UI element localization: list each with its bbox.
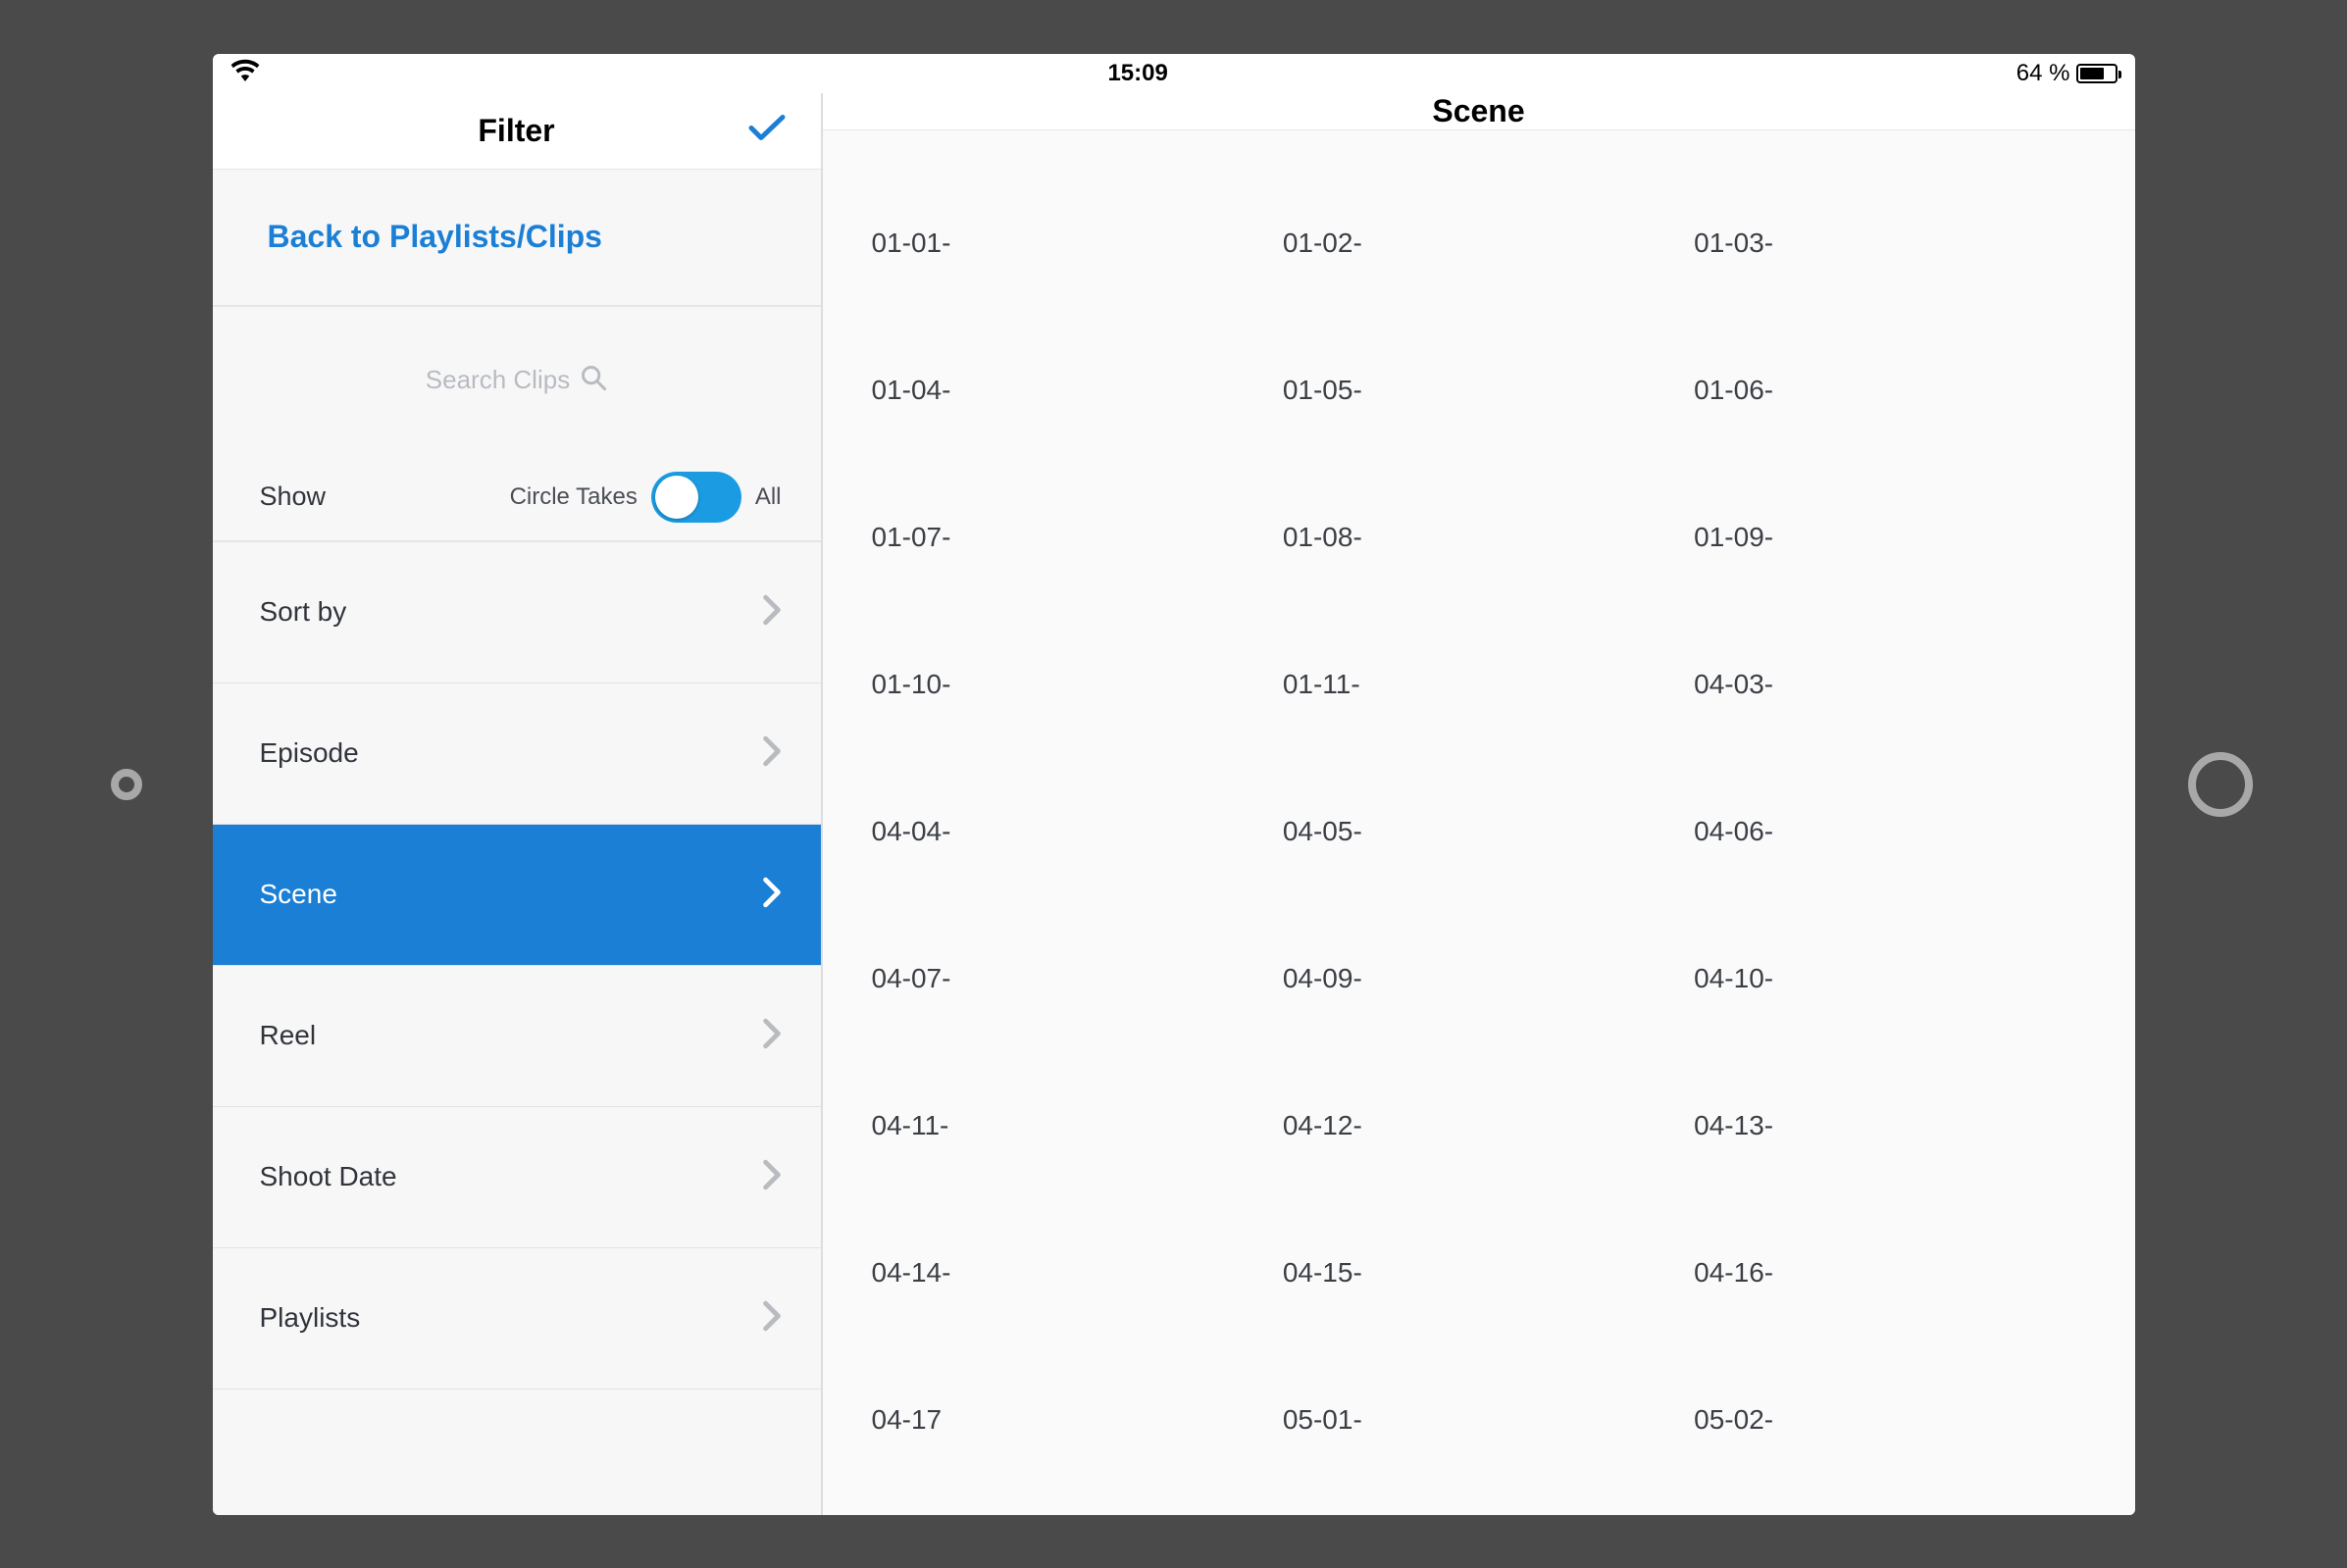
scene-item[interactable]: 04-15- bbox=[1273, 1257, 1684, 1289]
search-clips-input[interactable]: Search Clips bbox=[213, 307, 821, 454]
scene-item[interactable]: 04-14- bbox=[862, 1257, 1273, 1289]
filter-item-scene[interactable]: Scene bbox=[213, 825, 821, 966]
filter-label: Scene bbox=[260, 879, 337, 910]
filter-label: Shoot Date bbox=[260, 1161, 397, 1192]
filter-item-episode[interactable]: Episode bbox=[213, 683, 821, 825]
show-filter-row: Show Circle Takes All bbox=[213, 454, 821, 542]
filter-item-sort-by[interactable]: Sort by bbox=[213, 542, 821, 683]
filter-label: Episode bbox=[260, 737, 359, 769]
sidebar: Filter Back to Playlists/Clips Search Cl… bbox=[213, 93, 823, 1515]
scene-item[interactable]: 04-03- bbox=[1684, 669, 2095, 700]
scene-item[interactable]: 04-11- bbox=[862, 1110, 1273, 1141]
scene-item[interactable]: 01-06- bbox=[1684, 375, 2095, 406]
camera-icon bbox=[111, 769, 142, 800]
scene-item[interactable]: 04-04- bbox=[862, 816, 1273, 847]
back-link-label: Back to Playlists/Clips bbox=[268, 219, 602, 255]
chevron-right-icon bbox=[762, 877, 782, 913]
scene-item[interactable]: 01-07- bbox=[862, 522, 1273, 553]
scene-item[interactable]: 01-11- bbox=[1273, 669, 1684, 700]
sidebar-header: Filter bbox=[213, 93, 821, 170]
scene-item[interactable]: 04-16- bbox=[1684, 1257, 2095, 1289]
search-icon bbox=[580, 364, 607, 396]
scene-item[interactable]: 04-12- bbox=[1273, 1110, 1684, 1141]
scene-item[interactable]: 01-03- bbox=[1684, 228, 2095, 259]
scene-item[interactable]: 05-01- bbox=[1273, 1404, 1684, 1436]
show-label: Show bbox=[260, 481, 327, 512]
confirm-check-icon[interactable] bbox=[748, 114, 786, 148]
toggle-left-label: Circle Takes bbox=[510, 483, 638, 511]
search-placeholder: Search Clips bbox=[426, 365, 570, 395]
scene-item[interactable]: 01-04- bbox=[862, 375, 1273, 406]
battery-icon bbox=[2076, 64, 2117, 83]
scene-item[interactable]: 01-02- bbox=[1273, 228, 1684, 259]
scene-item[interactable]: 01-08- bbox=[1273, 522, 1684, 553]
scene-item[interactable]: 05-02- bbox=[1684, 1404, 2095, 1436]
filter-label: Sort by bbox=[260, 596, 347, 628]
scene-item[interactable]: 04-07- bbox=[862, 963, 1273, 994]
filter-item-shoot-date[interactable]: Shoot Date bbox=[213, 1107, 821, 1248]
scene-item[interactable]: 04-17 bbox=[862, 1404, 1273, 1436]
scene-item[interactable]: 04-13- bbox=[1684, 1110, 2095, 1141]
scene-item[interactable]: 04-05- bbox=[1273, 816, 1684, 847]
status-bar: 15:09 64 % bbox=[213, 54, 2135, 93]
filter-label: Reel bbox=[260, 1020, 317, 1051]
status-time: 15:09 bbox=[1107, 60, 1167, 87]
filter-item-playlists[interactable]: Playlists bbox=[213, 1248, 821, 1390]
filter-item-reel[interactable]: Reel bbox=[213, 966, 821, 1107]
chevron-right-icon bbox=[762, 1159, 782, 1195]
chevron-right-icon bbox=[762, 1018, 782, 1054]
scene-grid: 01-01-01-02-01-03- 01-04-01-05-01-06- 01-0… bbox=[823, 130, 2135, 1515]
sidebar-title: Filter bbox=[478, 113, 554, 149]
tablet-frame: 15:09 64 % Filter Back to Playlists/Clip… bbox=[26, 20, 2321, 1549]
wifi-icon bbox=[230, 58, 260, 88]
scene-item[interactable]: 01-10- bbox=[862, 669, 1273, 700]
scene-item[interactable]: 04-06- bbox=[1684, 816, 2095, 847]
scene-item[interactable]: 01-09- bbox=[1684, 522, 2095, 553]
screen: 15:09 64 % Filter Back to Playlists/Clip… bbox=[213, 54, 2135, 1515]
scene-item[interactable]: 04-09- bbox=[1273, 963, 1684, 994]
scene-item[interactable]: 04-10- bbox=[1684, 963, 2095, 994]
scene-item[interactable]: 01-05- bbox=[1273, 375, 1684, 406]
filter-label: Playlists bbox=[260, 1302, 361, 1334]
chevron-right-icon bbox=[762, 735, 782, 772]
toggle-right-label: All bbox=[755, 483, 782, 511]
circle-takes-toggle[interactable] bbox=[651, 472, 741, 523]
home-button[interactable] bbox=[2188, 752, 2253, 817]
back-to-playlists[interactable]: Back to Playlists/Clips bbox=[213, 170, 821, 307]
battery-percent: 64 % bbox=[2016, 60, 2070, 87]
main-title: Scene bbox=[1432, 93, 1524, 129]
chevron-right-icon bbox=[762, 1300, 782, 1337]
chevron-right-icon bbox=[762, 594, 782, 631]
toggle-knob bbox=[655, 476, 698, 519]
main-panel: Scene 01-01-01-02-01-03-01-04-01-05-01-0… bbox=[823, 93, 2135, 1515]
scene-item[interactable]: 01-01- bbox=[862, 228, 1273, 259]
main-header: Scene bbox=[823, 93, 2135, 130]
